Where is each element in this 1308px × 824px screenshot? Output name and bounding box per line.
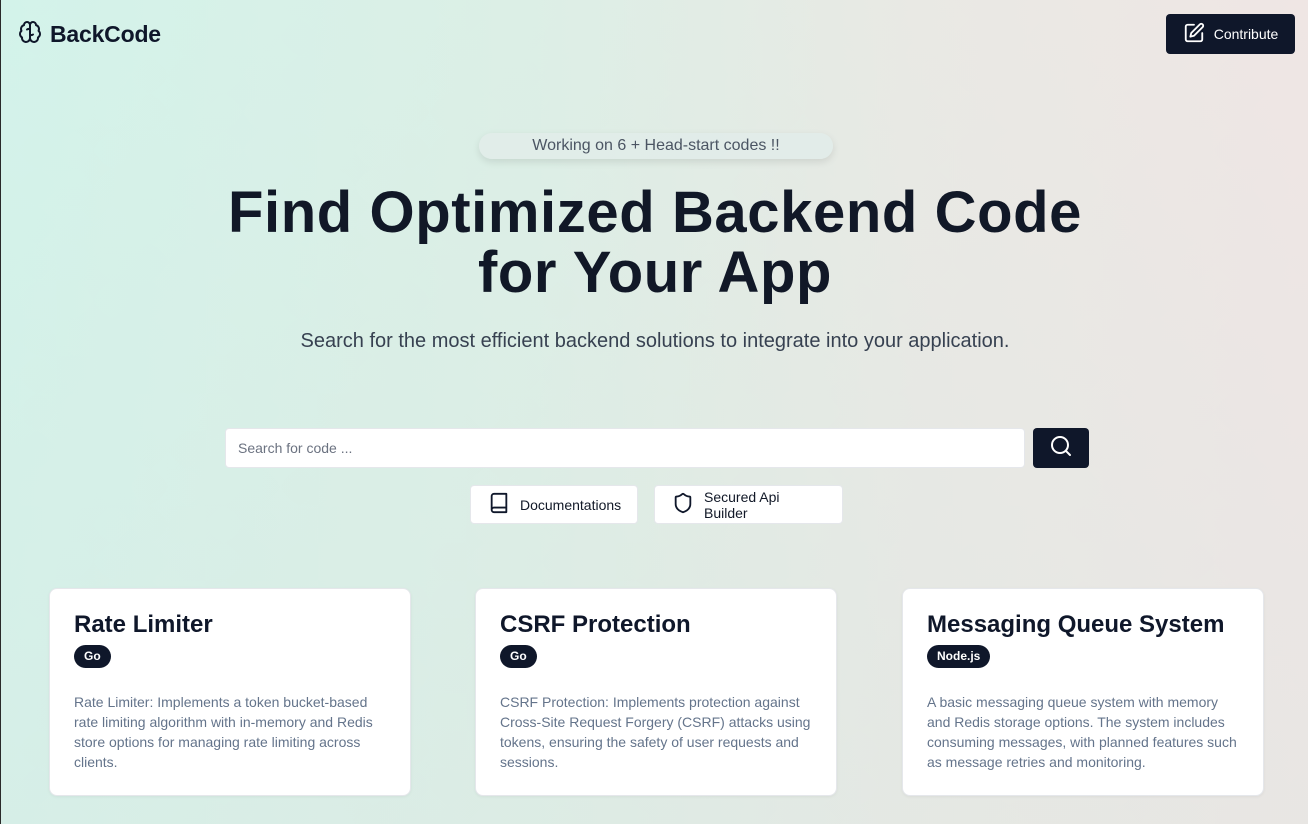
language-badge: Go xyxy=(500,645,537,668)
language-badge: Node.js xyxy=(927,645,991,668)
card-description: A basic messaging queue system with memo… xyxy=(927,694,1237,770)
top-navbar: BackCode Contribute xyxy=(1,0,1308,68)
brain-icon xyxy=(18,20,42,49)
hero-title-line-1: Find Optimized Backend Code xyxy=(227,180,1083,245)
hero-subtitle: Search for the most efficient backend so… xyxy=(300,330,1010,352)
documentations-link[interactable]: Documentations xyxy=(470,485,638,524)
edit-square-icon xyxy=(1183,22,1205,47)
card-title: CSRF Protection xyxy=(500,611,691,638)
secured-api-builder-label: Secured Api Builder xyxy=(704,488,780,521)
card-description: Rate Limiter: Implements a token bucket-… xyxy=(74,694,373,770)
announcement-badge: Working on 6 + Head-start codes !! xyxy=(479,133,833,159)
language-badge: Go xyxy=(74,645,111,668)
card-title: Messaging Queue System xyxy=(927,611,1225,638)
hero-title-line-2: for Your App xyxy=(477,240,833,305)
contribute-label: Contribute xyxy=(1213,26,1279,42)
contribute-button[interactable]: Contribute xyxy=(1166,14,1295,54)
secured-api-builder-link[interactable]: Secured Api Builder xyxy=(654,485,843,524)
code-card-csrf-protection[interactable]: CSRF Protection Go CSRF Protection: Impl… xyxy=(475,588,837,796)
book-icon xyxy=(488,492,510,517)
code-card-rate-limiter[interactable]: Rate Limiter Go Rate Limiter: Implements… xyxy=(49,588,411,796)
brand-logo[interactable]: BackCode xyxy=(18,20,161,49)
card-description: CSRF Protection: Implements protection a… xyxy=(500,694,811,770)
search-input[interactable] xyxy=(225,428,1025,468)
shield-icon xyxy=(672,492,694,517)
search-button[interactable] xyxy=(1033,428,1089,468)
search-icon xyxy=(1049,434,1073,463)
card-title: Rate Limiter xyxy=(74,611,213,638)
documentations-label: Documentations xyxy=(520,496,622,513)
brand-name: BackCode xyxy=(50,21,161,47)
hero-title: Find Optimized Backend Code for Your App xyxy=(155,183,1155,303)
code-card-messaging-queue[interactable]: Messaging Queue System Node.js A basic m… xyxy=(902,588,1264,796)
